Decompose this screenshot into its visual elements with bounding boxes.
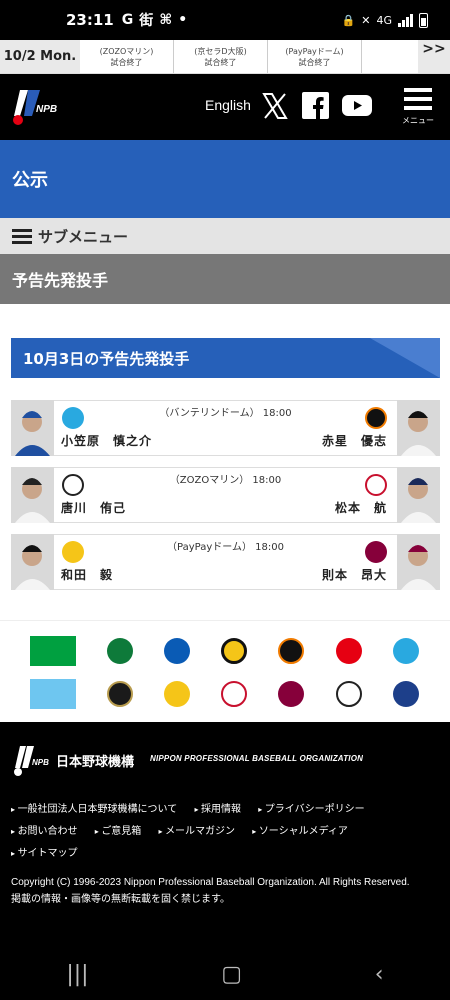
home-pitcher-name: 和田 毅: [61, 568, 114, 582]
ticker-game[interactable]: (PayPayドーム) 試合終了: [268, 40, 362, 73]
ticker-next-button[interactable]: >>: [418, 40, 450, 73]
status-right-icons: 🔒 ✕ 4G: [341, 12, 428, 28]
ticker-status: 試合終了: [110, 57, 143, 67]
menu-button[interactable]: メニュー: [402, 88, 434, 128]
org-name-en: NIPPON PROFESSIONAL BASEBALL ORGANIZATIO…: [150, 754, 364, 763]
baystars-logo-icon[interactable]: [164, 638, 190, 664]
svg-text:NPB: NPB: [36, 104, 57, 115]
site-footer: NPB 日本野球機構 NIPPON PROFESSIONAL BASEBALL …: [0, 722, 450, 948]
app-icon: ⌘: [159, 12, 173, 28]
lions-logo-icon[interactable]: [221, 681, 247, 707]
game-row[interactable]: （ZOZOマリン） 18:00 唐川 侑己 松本 航: [11, 467, 440, 523]
footer-link[interactable]: ソーシャルメディア: [252, 826, 348, 837]
ticker-venue: (京セラD大阪): [194, 46, 247, 56]
ticker-status: 試合終了: [204, 57, 237, 67]
game-row[interactable]: （バンテリンドーム） 18:00 小笠原 慎之介 赤星 優志: [11, 400, 440, 456]
buffaloes-logo-icon[interactable]: [107, 681, 133, 707]
dot-icon: •: [178, 12, 188, 28]
ticker-game[interactable]: (京セラD大阪) 試合終了: [174, 40, 268, 73]
network-icon: 4G: [376, 13, 392, 27]
status-time: 23:11: [66, 11, 114, 29]
english-link[interactable]: English: [205, 97, 251, 113]
home-icon[interactable]: ▢: [221, 962, 242, 987]
tigers-logo-icon[interactable]: [221, 638, 247, 664]
svg-text:NPB: NPB: [32, 758, 49, 767]
page-title: 公示: [0, 140, 450, 218]
game-row[interactable]: （PayPayドーム） 18:00 和田 毅 則本 昂大: [11, 534, 440, 590]
status-bar: 23:11 G 街 ⌘ • 🔒 ✕ 4G: [0, 0, 450, 40]
ticker-venue: (PayPayドーム): [285, 46, 344, 56]
back-icon[interactable]: ‹: [375, 962, 384, 987]
dragons-logo-icon[interactable]: [393, 638, 419, 664]
eagles-logo-icon[interactable]: [278, 681, 304, 707]
eagles-logo-icon: [365, 541, 387, 563]
carp-logo-icon[interactable]: [336, 638, 362, 664]
giants-logo-icon[interactable]: [278, 638, 304, 664]
npb-logo[interactable]: NPB: [10, 86, 64, 128]
system-nav-bar: ||| ▢ ‹: [0, 948, 450, 1000]
marines-logo-icon[interactable]: [336, 681, 362, 707]
status-left-icons: G 街 ⌘ •: [122, 10, 187, 30]
ticker-game[interactable]: (ZOZOマリン) 試合終了: [80, 40, 174, 73]
fighters-logo-icon[interactable]: [393, 681, 419, 707]
menu-label: メニュー: [402, 116, 434, 125]
site-header: NPB English メニュー: [0, 74, 450, 140]
hawks-logo-icon[interactable]: [164, 681, 190, 707]
footer-link[interactable]: サイトマップ: [11, 848, 78, 859]
pitcher-photo: [397, 467, 440, 523]
submenu-label: サブメニュー: [38, 227, 129, 246]
facebook-icon[interactable]: [302, 92, 329, 119]
submenu-toggle[interactable]: サブメニュー: [0, 218, 450, 254]
footer-link[interactable]: 採用情報: [194, 804, 241, 815]
battery-icon: [419, 12, 428, 28]
footer-links: 一般社団法人日本野球機構について 採用情報 プライバシーポリシー お問い合わせ …: [11, 799, 441, 865]
section-title: 10月3日の予告先発投手: [11, 338, 440, 378]
team-links-grid: [0, 620, 450, 722]
swallows-logo-icon[interactable]: [107, 638, 133, 664]
x-icon[interactable]: [262, 92, 288, 120]
ticker-venue: (ZOZOマリン): [99, 46, 154, 56]
ticker-status: 試合終了: [298, 57, 331, 67]
home-pitcher-name: 唐川 侑己: [61, 501, 127, 515]
page-heading: 予告先発投手: [0, 254, 450, 304]
mute-icon: ✕: [361, 13, 371, 27]
pitcher-photo: [397, 534, 440, 590]
pacific-league-logo-icon[interactable]: [30, 679, 76, 709]
npb-logo[interactable]: NPB: [12, 744, 52, 778]
lock-icon: 🔒: [341, 13, 356, 27]
away-pitcher-name: 赤星 優志: [321, 434, 387, 448]
copyright-text: Copyright (C) 1996-2023 Nippon Professio…: [11, 877, 410, 888]
home-pitcher-name: 小笠原 慎之介: [61, 434, 153, 448]
copyright: Copyright (C) 1996-2023 Nippon Professio…: [11, 874, 441, 908]
youtube-icon[interactable]: [342, 95, 372, 116]
footer-link[interactable]: ご意見箱: [95, 826, 142, 837]
app-icon: 街: [139, 13, 154, 29]
footer-link[interactable]: メールマガジン: [159, 826, 236, 837]
signal-icon: [398, 13, 413, 27]
hamburger-icon: [12, 226, 32, 247]
footer-link[interactable]: お問い合わせ: [11, 826, 78, 837]
away-pitcher-name: 則本 昂大: [321, 568, 387, 582]
org-name-jp: 日本野球機構: [56, 755, 135, 770]
google-icon: G: [121, 12, 134, 28]
lions-logo-icon: [365, 474, 387, 496]
copyright-notice: 掲載の情報・画像等の無断転載を固く禁じます。: [11, 894, 230, 905]
ticker-date: 10/2 Mon.: [0, 40, 80, 73]
away-pitcher-name: 松本 航: [334, 501, 387, 515]
footer-link[interactable]: 一般社団法人日本野球機構について: [11, 804, 177, 815]
pitcher-photo: [397, 400, 440, 456]
giants-logo-icon: [365, 407, 387, 429]
central-league-logo-icon[interactable]: [30, 636, 76, 666]
footer-link[interactable]: プライバシーポリシー: [258, 804, 364, 815]
score-ticker: 10/2 Mon. (ZOZOマリン) 試合終了 (京セラD大阪) 試合終了 (…: [0, 40, 450, 74]
recent-apps-icon[interactable]: |||: [66, 962, 88, 987]
